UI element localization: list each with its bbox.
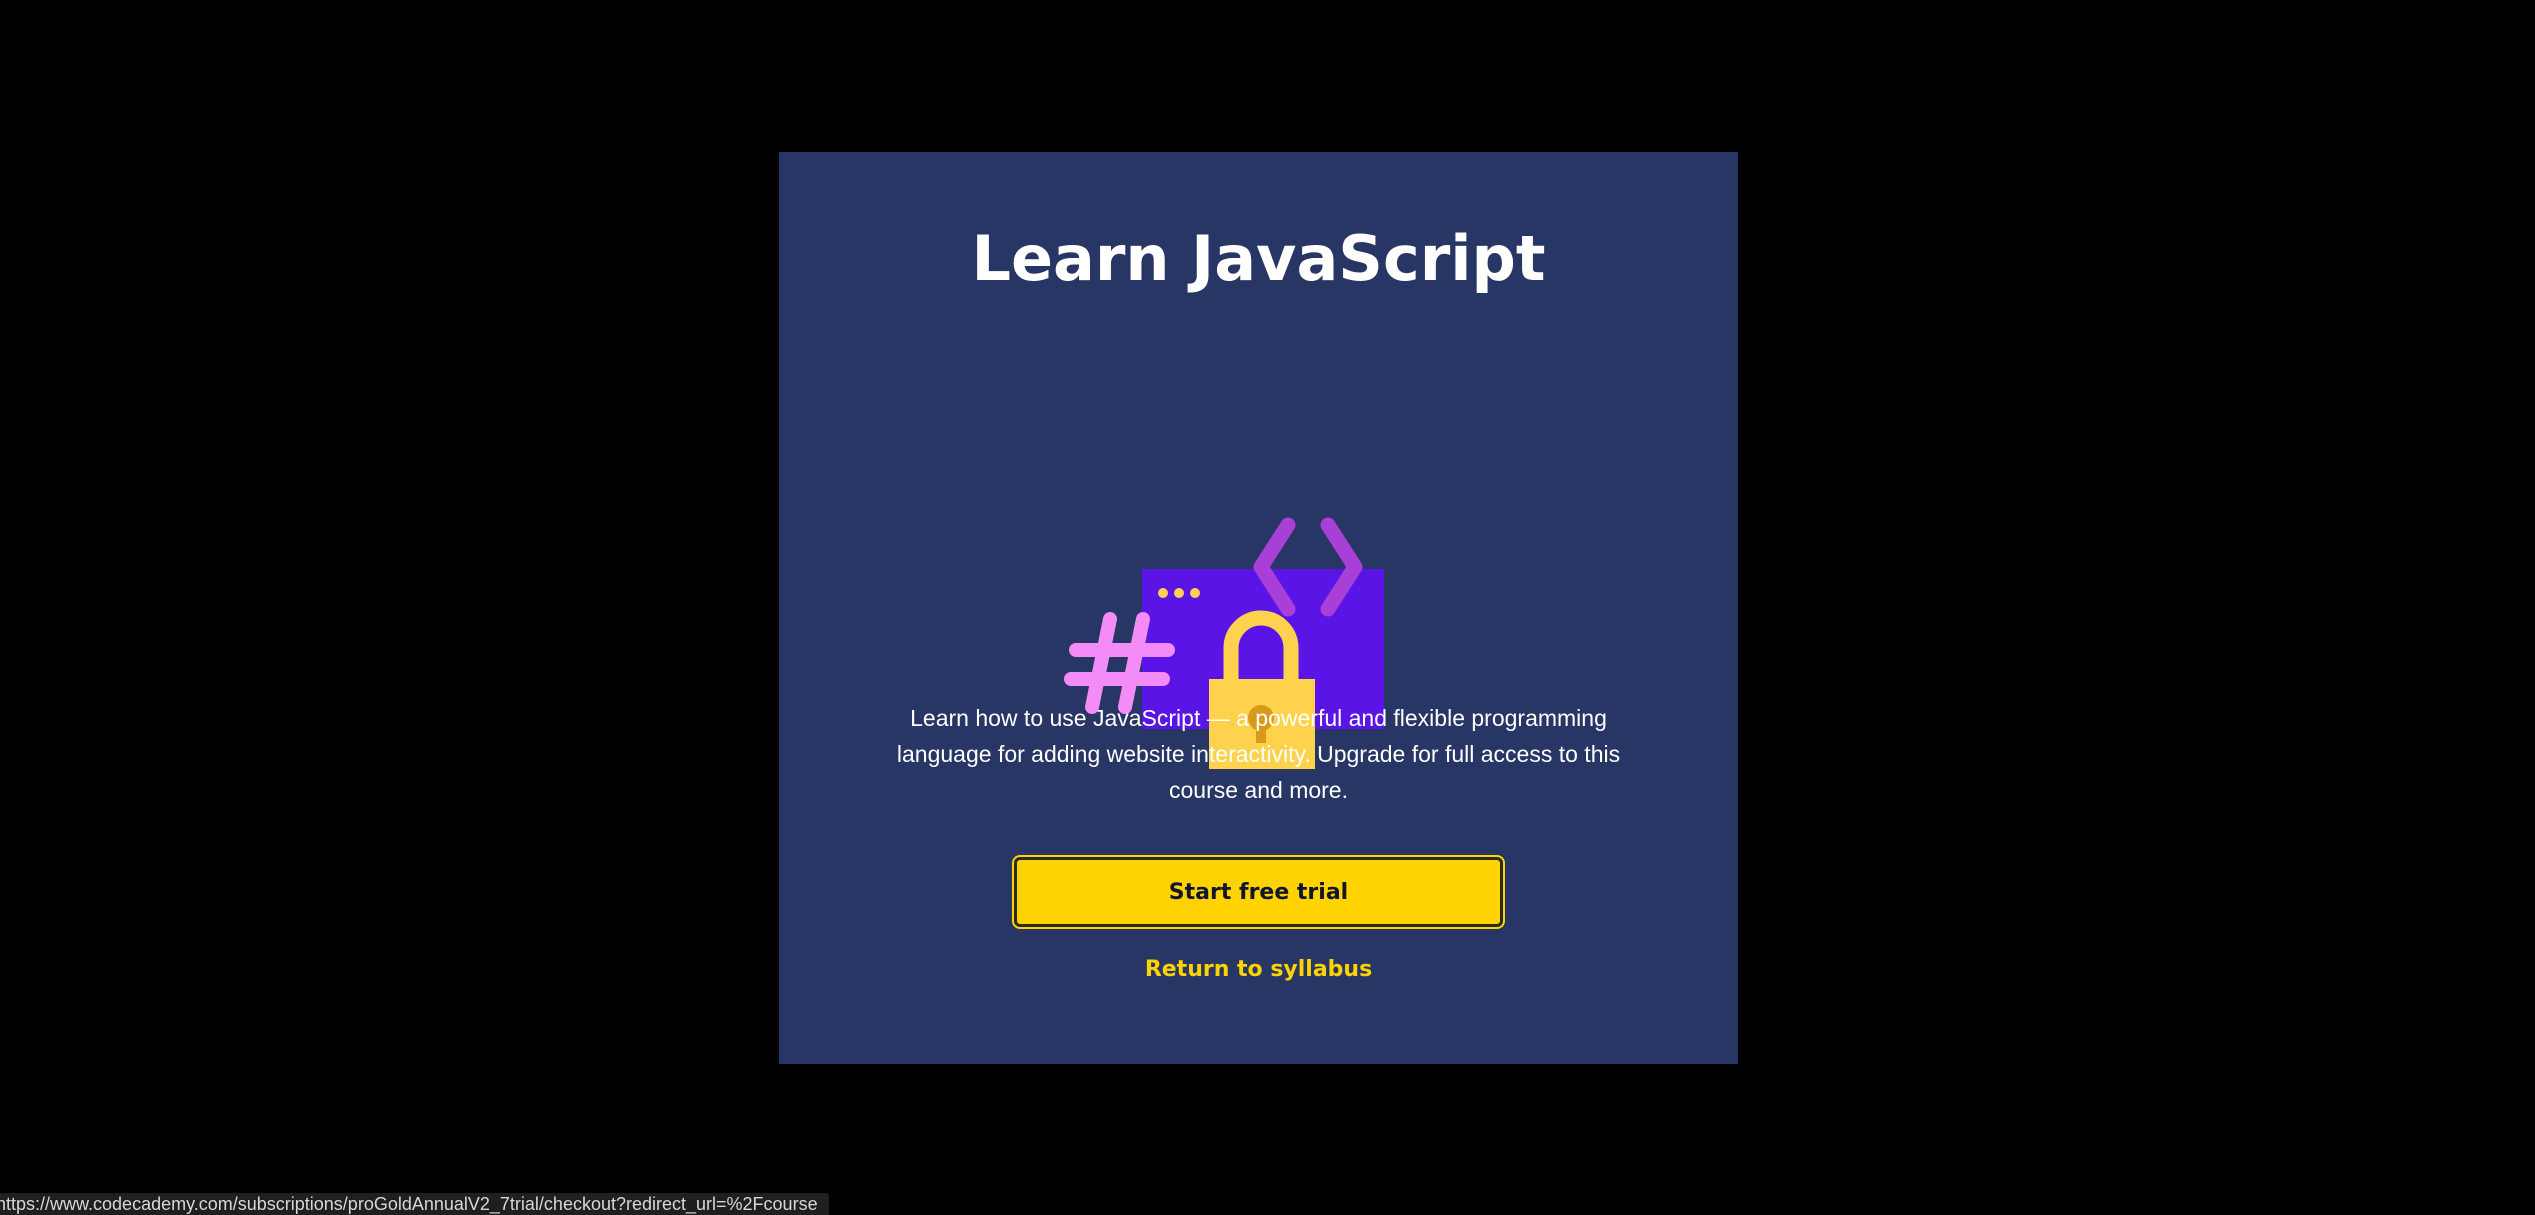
modal-title: Learn JavaScript	[971, 222, 1546, 295]
window-dot-icon	[1190, 588, 1200, 598]
window-dot-icon	[1158, 588, 1168, 598]
modal-description: Learn how to use JavaScript — a powerful…	[896, 705, 1621, 803]
link-preview-status-bar: https://www.codecademy.com/subscriptions…	[0, 1193, 829, 1215]
upgrade-modal: Learn JavaScript Learn how to use JavaSc…	[779, 152, 1738, 1064]
return-to-syllabus-link[interactable]: Return to syllabus	[779, 957, 1738, 982]
start-free-trial-button[interactable]: Start free trial	[1014, 857, 1503, 927]
window-dot-icon	[1174, 588, 1184, 598]
